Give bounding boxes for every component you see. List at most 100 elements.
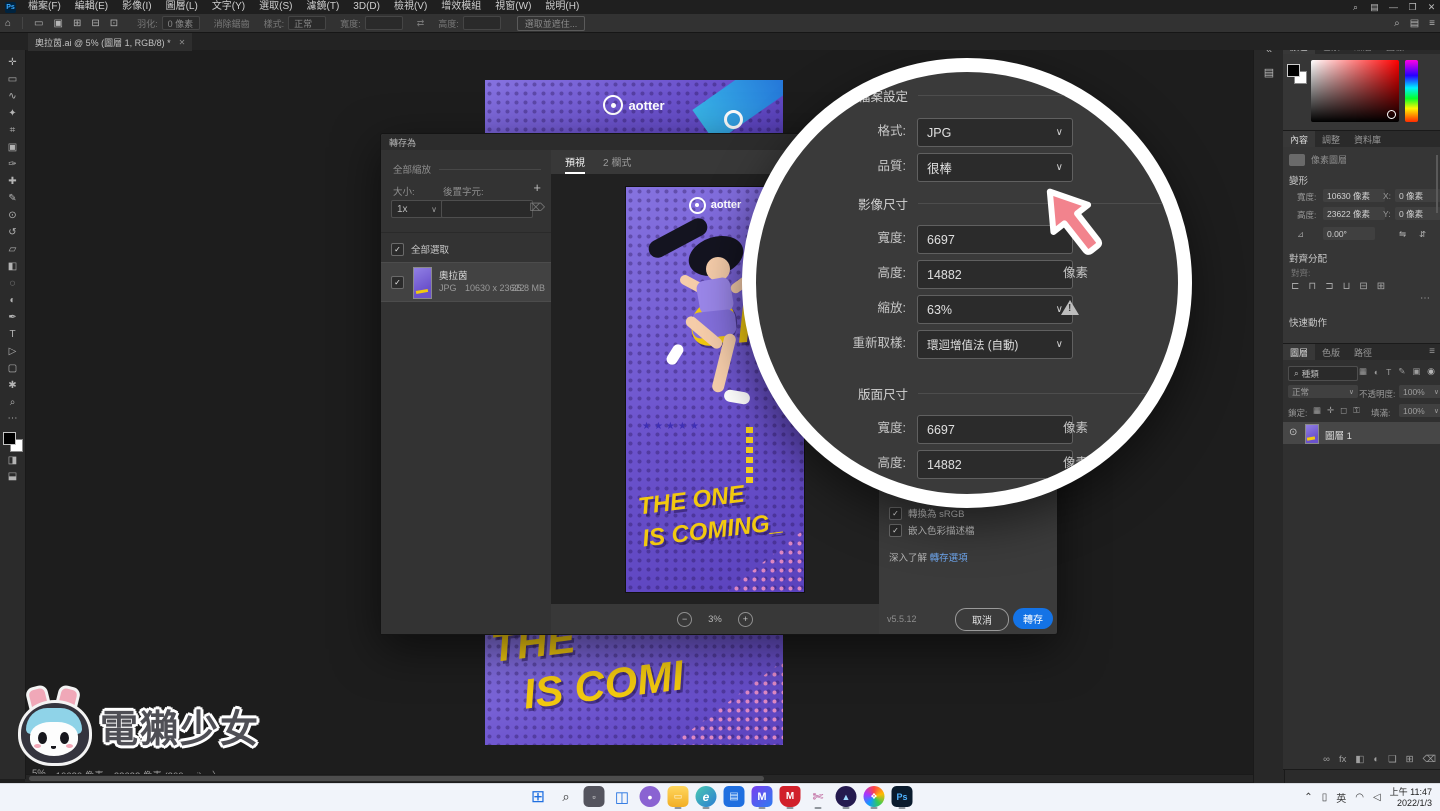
properties-panel-tab[interactable]: 資料庫 xyxy=(1347,131,1388,147)
crop-tool[interactable]: ⌗ xyxy=(2,122,24,138)
delete-scale-icon[interactable]: ⌦ xyxy=(529,201,545,214)
more-options-icon[interactable]: ⋯ xyxy=(1420,293,1430,304)
healing-brush-tool[interactable]: ✚ xyxy=(2,173,24,189)
gradient-tool[interactable]: ◧ xyxy=(2,258,24,274)
start-button[interactable]: ⊞ xyxy=(528,786,549,807)
layer-row[interactable]: ⊙ 圖層 1 xyxy=(1283,422,1440,444)
selection-mode-icon[interactable]: ⊡ xyxy=(105,18,123,29)
file-checkbox[interactable]: ✓ xyxy=(391,276,404,289)
menu-item[interactable]: 說明(H) xyxy=(538,0,586,14)
close-button[interactable]: ✕ xyxy=(1423,2,1440,13)
horizontal-scrollbar[interactable] xyxy=(25,774,1253,782)
resample-dropdown[interactable]: 環迴增值法 (自動)∨ xyxy=(917,330,1073,359)
saturation-field[interactable] xyxy=(1311,60,1399,122)
cancel-button[interactable]: 取消 xyxy=(955,608,1009,631)
width-field[interactable] xyxy=(365,16,403,30)
style-dropdown[interactable]: 正常 xyxy=(288,16,326,30)
eyedropper-tool[interactable]: ✑ xyxy=(2,156,24,172)
affinity-app[interactable]: ▲ xyxy=(836,786,857,807)
zoom-in-button[interactable]: + xyxy=(738,612,753,627)
maximize-button[interactable]: ❐ xyxy=(1404,2,1421,13)
selection-mode-icon[interactable]: ⊟ xyxy=(86,18,104,29)
photoshop-app[interactable]: Ps xyxy=(892,786,913,807)
document-tab[interactable]: 奧拉茵.ai @ 5% (圖層 1, RGB/8) * ✕ xyxy=(28,32,192,51)
angle-field[interactable]: 0.00° xyxy=(1323,227,1375,240)
layers-action-icon[interactable]: fx xyxy=(1339,754,1346,765)
properties-panel-tab[interactable]: 內容 xyxy=(1283,131,1315,147)
tray-expand-icon[interactable]: ⌃ xyxy=(1304,792,1312,803)
clone-stamp-tool[interactable]: ⊙ xyxy=(2,207,24,223)
mcafee-app[interactable]: M xyxy=(780,786,801,807)
layers-action-icon[interactable]: ◧ xyxy=(1355,754,1364,765)
lock-icon[interactable]: ✛ xyxy=(1327,405,1334,416)
ime-indicator[interactable]: 英 xyxy=(1336,790,1346,805)
export-options-link[interactable]: 轉存選項 xyxy=(930,553,968,564)
volume-icon[interactable]: ◁ xyxy=(1373,792,1381,803)
menu-item[interactable]: 檔案(F) xyxy=(21,0,68,14)
filter-icon[interactable]: ▣ xyxy=(1413,366,1421,377)
y-field[interactable]: 0 像素 xyxy=(1395,207,1440,220)
opacity-field[interactable]: 100%∨ xyxy=(1399,385,1440,398)
menu-item[interactable]: 文字(Y) xyxy=(205,0,252,14)
lock-icon[interactable]: ⚿ xyxy=(1353,405,1359,416)
search-button[interactable]: ⌕ xyxy=(556,786,577,807)
menu-item[interactable]: 圖層(L) xyxy=(159,0,205,14)
x-field[interactable]: 0 像素 xyxy=(1395,189,1440,202)
height-field[interactable] xyxy=(463,16,501,30)
suffix-input[interactable] xyxy=(441,200,533,218)
task-view-button[interactable]: ▫ xyxy=(584,786,605,807)
edit-toolbar-icon[interactable]: ⋯ xyxy=(2,410,24,426)
align-icon[interactable]: ⊐ xyxy=(1325,281,1333,292)
layer-thumbnail[interactable] xyxy=(1305,424,1319,444)
quick-mask-icon[interactable]: ◨ xyxy=(2,452,24,468)
selection-mode-icon[interactable]: ⊞ xyxy=(68,18,86,29)
properties-panel-tab[interactable]: 調整 xyxy=(1315,131,1347,147)
transform-section-header[interactable]: 變形 xyxy=(1289,173,1308,187)
flip-horizontal-icon[interactable]: ⇋ xyxy=(1399,229,1406,240)
m-gradient-app[interactable]: M xyxy=(752,786,773,807)
snip-app[interactable]: ✄ xyxy=(808,786,829,807)
eraser-tool[interactable]: ▱ xyxy=(2,241,24,257)
layers-panel-tab[interactable]: 圖層 xyxy=(1283,344,1315,360)
move-tool[interactable]: ✛ xyxy=(2,54,24,70)
align-icon[interactable]: ⊓ xyxy=(1308,281,1316,292)
menu-item[interactable]: 視窗(W) xyxy=(488,0,538,14)
fill-field[interactable]: 100%∨ xyxy=(1399,404,1440,417)
filter-icon[interactable]: ▦ xyxy=(1359,366,1367,377)
shape-tool[interactable]: ▢ xyxy=(2,360,24,376)
canvas-height-input[interactable]: 14882 xyxy=(917,450,1073,479)
photos-app[interactable]: ❖ xyxy=(864,786,885,807)
screen-mode-icon[interactable]: ⬓ xyxy=(2,468,24,484)
width-field[interactable]: 10630 像素 xyxy=(1323,189,1385,202)
type-tool[interactable]: T xyxy=(2,326,24,342)
panel-scrollbar[interactable] xyxy=(1436,155,1438,213)
layer-visibility-eye-icon[interactable]: ⊙ xyxy=(1289,427,1297,438)
close-tab-icon[interactable]: ✕ xyxy=(179,38,186,47)
history-brush-tool[interactable]: ↺ xyxy=(2,224,24,240)
lasso-tool[interactable]: ∿ xyxy=(2,88,24,104)
layers-panel-tab[interactable]: 色版 xyxy=(1315,344,1347,360)
layers-action-icon[interactable]: ∞ xyxy=(1323,754,1330,765)
quick-actions-header[interactable]: 快速動作 xyxy=(1289,315,1327,329)
brush-tool[interactable]: ✎ xyxy=(2,190,24,206)
pen-tool[interactable]: ✒ xyxy=(2,309,24,325)
search-icon[interactable]: ⌕ xyxy=(1347,2,1364,13)
canvas-width-input[interactable]: 6697 xyxy=(917,415,1073,444)
zoom-out-button[interactable]: − xyxy=(677,612,692,627)
blend-mode-dropdown[interactable]: 正常∨ xyxy=(1288,385,1358,398)
options-right-icon[interactable]: ≡ xyxy=(1424,18,1440,29)
options-right-icon[interactable]: ⌕ xyxy=(1389,18,1405,29)
taskbar-clock[interactable]: 上午 11:47 2022/1/3 xyxy=(1390,787,1432,809)
layers-action-icon[interactable]: ⌫ xyxy=(1423,754,1436,765)
color-swatches[interactable] xyxy=(3,432,23,452)
height-field[interactable]: 23622 像素 xyxy=(1323,207,1385,220)
export-file-row[interactable]: ✓ 奧拉茵 JPG 10630 x 23622 35.8 MB xyxy=(381,262,551,302)
menu-item[interactable]: 濾鏡(T) xyxy=(300,0,347,14)
swatches-dock-icon[interactable]: ▤ xyxy=(1264,66,1274,79)
hand-tool[interactable]: ✱ xyxy=(2,377,24,393)
filter-toggle-icon[interactable]: ◉ xyxy=(1427,366,1435,377)
layers-action-icon[interactable]: ⊞ xyxy=(1406,754,1414,765)
selection-mode-icon[interactable]: ▣ xyxy=(49,18,68,29)
add-scale-icon[interactable]: + xyxy=(533,180,541,195)
menu-item[interactable]: 選取(S) xyxy=(252,0,299,14)
